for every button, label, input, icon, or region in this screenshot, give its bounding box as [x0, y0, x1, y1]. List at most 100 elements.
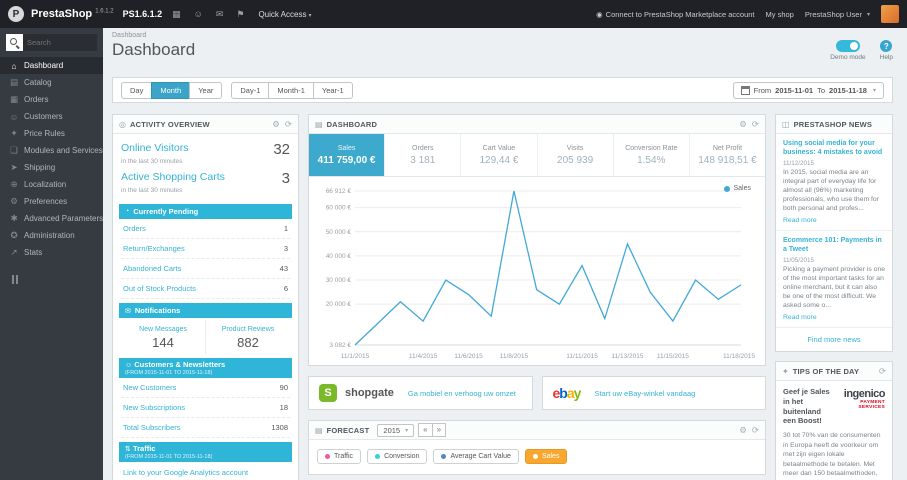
quick-access-menu[interactable]: Quick Access ▾ — [258, 10, 311, 19]
customers-notification-icon[interactable]: ☺ — [191, 9, 206, 19]
news-item-title[interactable]: Using social media for your business: 4 … — [783, 139, 885, 157]
kpi-net-profit[interactable]: Net Profit 148 918,51 € — [690, 134, 765, 176]
pending-row-returns[interactable]: Return/Exchanges 3 — [121, 239, 290, 259]
search-button[interactable] — [6, 34, 23, 51]
sidebar-item-orders[interactable]: ▦ Orders — [0, 91, 103, 108]
gear-icon[interactable]: ⚙ — [739, 425, 747, 436]
main-content: Dashboard Dashboard Demo mode ? Help Day … — [103, 28, 907, 480]
filter-year-button[interactable]: Year — [189, 81, 223, 99]
kpi-cart-value[interactable]: Cart Value 129,44 € — [461, 134, 538, 176]
user-menu[interactable]: PrestaShop User ▾ — [805, 10, 870, 19]
search-input[interactable] — [23, 34, 97, 51]
help-icon: ? — [880, 40, 893, 52]
sidebar-item-localization[interactable]: ⊕ Localization — [0, 176, 103, 193]
svg-text:20 000 €: 20 000 € — [326, 301, 352, 308]
total-subscribers-row[interactable]: Total Subscribers 1308 — [121, 418, 290, 438]
forecast-chip-average-cart-value[interactable]: Average Cart Value — [433, 449, 519, 464]
gear-icon[interactable]: ⚙ — [272, 119, 280, 130]
filter-day-1-button[interactable]: Day-1 — [231, 81, 270, 99]
brand-version: 1.6.1.2 — [95, 8, 114, 15]
forecast-next-button[interactable]: » — [431, 423, 447, 437]
sidebar-nav: ⌂ Dashboard ▤ Catalog ▦ Orders ☺ Customers ✦… — [0, 57, 103, 261]
pending-row-out-of-stock[interactable]: Out of Stock Products 6 — [121, 279, 290, 299]
date-range-picker[interactable]: From 2015-11-01 To 2015-11-18 ▾ — [732, 81, 884, 99]
sidebar-item-label: Catalog — [24, 78, 52, 87]
shop-name-link[interactable]: PS1.6.1.2 — [123, 9, 163, 19]
find-more-news-link[interactable]: Find more news — [776, 328, 892, 351]
new-customers-row[interactable]: New Customers 90 — [121, 378, 290, 398]
legend-dot-icon — [724, 185, 731, 192]
tip-headline: Geef je Sales in het buitenland een Boos… — [783, 387, 830, 426]
kpi-orders[interactable]: Orders 3 181 — [385, 134, 462, 176]
sidebar-item-shipping[interactable]: ➤ Shipping — [0, 159, 103, 176]
product-reviews-cell[interactable]: Product Reviews 882 — [205, 320, 290, 354]
expertise-icon[interactable]: ⚑ — [233, 9, 247, 20]
google-analytics-link[interactable]: Link to your Google Analytics account — [121, 462, 290, 480]
sidebar-item-advanced-parameters[interactable]: ✱ Advanced Parameters — [0, 210, 103, 227]
sidebar-item-modules[interactable]: ❑ Modules and Services — [0, 142, 103, 159]
sidebar-item-price-rules[interactable]: ✦ Price Rules — [0, 125, 103, 142]
online-visitors-label[interactable]: Online Visitors — [121, 142, 189, 154]
forecast-year-select[interactable]: 2015 ▾ — [377, 423, 415, 437]
demo-mode-toggle[interactable]: Demo mode — [830, 40, 866, 61]
refresh-icon[interactable]: ⟳ — [879, 366, 886, 377]
brand-text: PrestaShop 1.6.1.2 — [31, 8, 114, 20]
my-shop-link[interactable]: My shop — [766, 10, 794, 19]
messages-notification-icon[interactable]: ✉ — [213, 9, 227, 20]
sidebar-item-label: Price Rules — [24, 129, 65, 138]
new-subscriptions-row[interactable]: New Subscriptions 18 — [121, 398, 290, 418]
search-icon — [10, 38, 19, 47]
read-more-link[interactable]: Read more — [783, 314, 817, 321]
shopgate-promo[interactable]: S shopgate Ga mobiel en verhoog uw omzet — [308, 376, 533, 410]
orders-notification-icon[interactable]: ▦ — [169, 9, 184, 20]
read-more-link[interactable]: Read more — [783, 217, 817, 224]
demo-mode-label: Demo mode — [830, 54, 866, 61]
filter-month-button[interactable]: Month — [151, 81, 191, 99]
sidebar-item-customers[interactable]: ☺ Customers — [0, 108, 103, 125]
sidebar-item-label: Advanced Parameters — [24, 214, 103, 223]
stats-icon: ↗ — [10, 247, 18, 257]
pending-row-abandoned-carts[interactable]: Abandoned Carts 43 — [121, 259, 290, 279]
sidebar-item-catalog[interactable]: ▤ Catalog — [0, 74, 103, 91]
dashboard-panel: ▤ DASHBOARD ⚙ ⟳ Sales 411 759,00 € Orders 3… — [308, 114, 766, 366]
news-item: Using social media for your business: 4 … — [776, 134, 892, 232]
shopgate-link[interactable]: Ga mobiel en verhoog uw omzet — [408, 389, 516, 398]
marketplace-connect-link[interactable]: ◉ Connect to PrestaShop Marketplace accou… — [596, 10, 754, 19]
active-carts-label[interactable]: Active Shopping Carts — [121, 171, 225, 183]
sidebar-search — [6, 34, 97, 51]
ebay-link[interactable]: Start uw eBay-winkel vandaag — [594, 389, 695, 398]
forecast-chip-sales[interactable]: Sales — [524, 449, 568, 464]
toggle-icon[interactable] — [835, 40, 860, 52]
ebay-promo[interactable]: ebay Start uw eBay-winkel vandaag — [541, 376, 766, 410]
pending-row-orders[interactable]: Orders 1 — [121, 219, 290, 239]
forecast-chip-traffic[interactable]: Traffic — [317, 449, 362, 464]
module-promos: S shopgate Ga mobiel en verhoog uw omzet… — [308, 376, 766, 410]
kpi-conversion-rate[interactable]: Conversion Rate 1.54% — [614, 134, 690, 176]
kpi-visits[interactable]: Visits 205 939 — [538, 134, 614, 176]
help-button[interactable]: ? Help — [880, 40, 893, 61]
refresh-icon[interactable]: ⟳ — [752, 425, 759, 436]
sidebar-item-preferences[interactable]: ⚙ Preferences — [0, 193, 103, 210]
sidebar-item-administration[interactable]: ✪ Administration — [0, 227, 103, 244]
chart-legend[interactable]: Sales — [724, 185, 751, 192]
shopgate-name: shopgate — [345, 387, 394, 399]
new-messages-cell[interactable]: New Messages 144 — [121, 320, 205, 354]
to-label: To — [817, 85, 826, 95]
filter-year-1-button[interactable]: Year-1 — [312, 81, 353, 99]
kpi-sales[interactable]: Sales 411 759,00 € — [309, 134, 386, 176]
forecast-prev-button[interactable]: « — [418, 423, 433, 437]
user-avatar[interactable] — [881, 5, 899, 23]
news-item-title[interactable]: Ecommerce 101: Payments in a Tweet — [783, 236, 885, 254]
sidebar-item-stats[interactable]: ↗ Stats — [0, 244, 103, 261]
filter-month-1-button[interactable]: Month-1 — [268, 81, 314, 99]
tip-icon: ✦ — [782, 366, 789, 376]
collapse-menu-icon[interactable] — [12, 275, 103, 284]
customers-icon: ☺ — [9, 111, 19, 122]
forecast-chip-conversion[interactable]: Conversion — [367, 449, 428, 464]
sidebar-item-dashboard[interactable]: ⌂ Dashboard — [0, 57, 103, 74]
customers-date-range: (FROM 2015-11-01 TO 2015-11-18) — [125, 370, 213, 376]
refresh-icon[interactable]: ⟳ — [752, 119, 759, 130]
filter-day-button[interactable]: Day — [121, 81, 153, 99]
gear-icon[interactable]: ⚙ — [739, 119, 747, 130]
refresh-icon[interactable]: ⟳ — [285, 119, 292, 130]
